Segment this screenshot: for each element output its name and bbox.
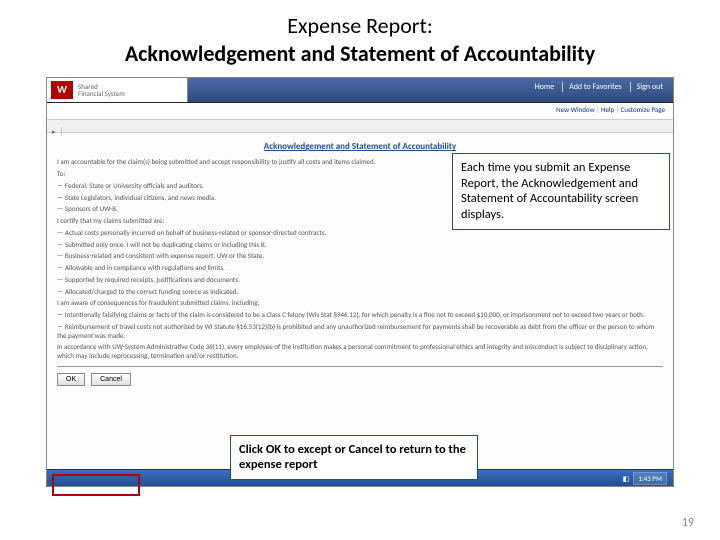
bullet-b4: Supported by required receipts, justific… — [57, 276, 663, 285]
clock: 1:43 PM — [633, 472, 667, 485]
logo-area: W Shared Financial System — [47, 78, 188, 102]
slide-title-line1: Expense Report: — [20, 12, 700, 40]
app-window: W Shared Financial System Home Add to Fa… — [46, 77, 674, 487]
new-window-link[interactable]: New Window — [556, 105, 594, 114]
dash2: Reimbursement of travel costs not author… — [57, 323, 663, 341]
bullet-b0: Actual costs personally incurred on beha… — [57, 229, 663, 238]
tab-row: ▸ — [47, 120, 673, 133]
bullet-b1: Submitted only once. I will not be dupli… — [57, 241, 663, 250]
callout-bottom: Click OK to except or Cancel to return t… — [230, 435, 478, 480]
callout-top-right: Each time you submit an Expense Report, … — [452, 153, 670, 230]
cancel-button[interactable]: Cancel — [91, 373, 131, 386]
para3: In accordance with UW-System Administrat… — [57, 343, 663, 361]
slide-title: Expense Report: Acknowledgement and Stat… — [0, 0, 720, 73]
section-title: Acknowledgement and Statement of Account… — [57, 141, 663, 152]
subheader: New Window | Help | Customize Page — [47, 103, 673, 120]
system-tray: ◧ 1:43 PM — [623, 472, 667, 485]
ok-button[interactable]: OK — [57, 373, 85, 386]
worklist-link[interactable]: Add to Favorites — [562, 82, 622, 92]
app-header: W Shared Financial System Home Add to Fa… — [47, 78, 673, 103]
customize-link[interactable]: Customize Page — [621, 105, 665, 114]
button-row: OK Cancel — [57, 373, 663, 386]
help-link[interactable]: Help — [601, 105, 614, 114]
dash1: Intentionally falsifying claims or facts… — [57, 311, 663, 320]
slide-title-line2: Acknowledgement and Statement of Account… — [20, 40, 700, 68]
page-number: 19 — [682, 516, 694, 530]
signout-link[interactable]: Sign out — [630, 82, 663, 92]
logo-icon: W — [51, 81, 73, 99]
header-links: Home Add to Favorites Sign out — [535, 82, 663, 92]
home-link[interactable]: Home — [535, 82, 555, 92]
bullet-b2: Business-related and consistent with exp… — [57, 252, 663, 261]
tray-icon: ◧ — [623, 474, 630, 483]
bullet-b5: Allocated/charged to the correct funding… — [57, 288, 663, 297]
aware-text: I am aware of consequences for fraudulen… — [57, 299, 663, 308]
logo-text: Shared Financial System — [78, 83, 125, 97]
divider — [57, 366, 663, 367]
bullet-b3: Allowable and in compliance with regulat… — [57, 264, 663, 273]
